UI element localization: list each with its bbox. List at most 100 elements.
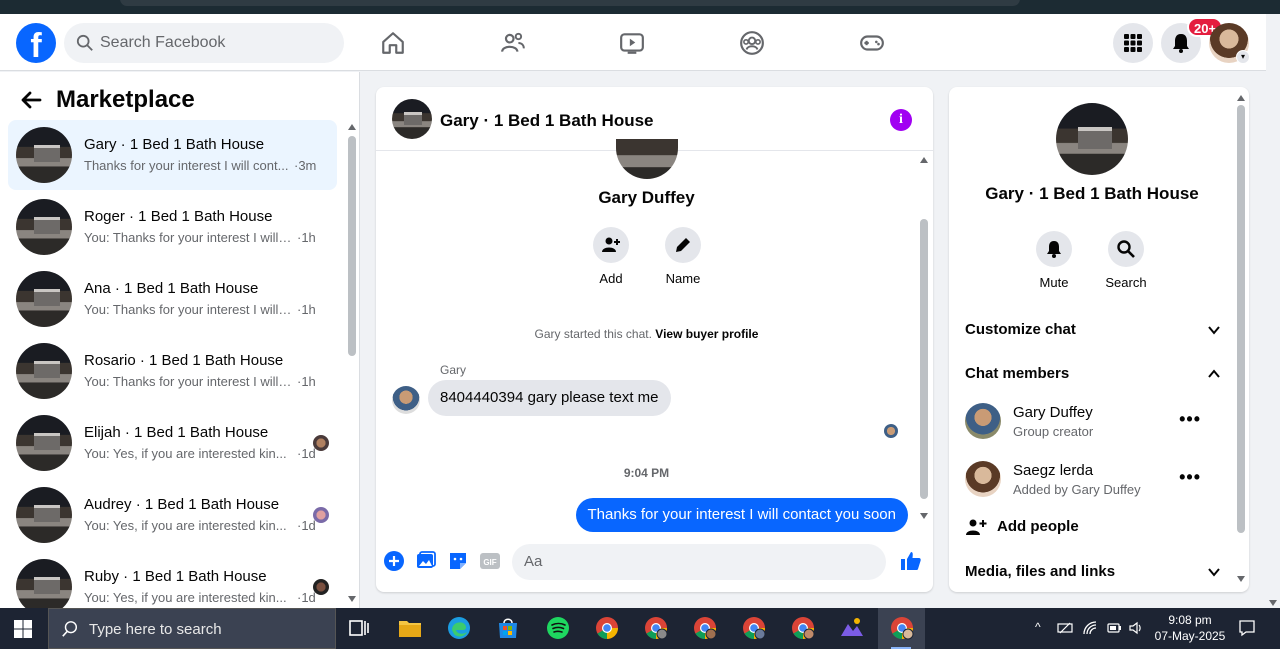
scroll-down-icon[interactable] [348,596,356,602]
customize-chat-section[interactable]: Customize chat [965,321,1221,338]
conversation-list-panel: Marketplace Gary · 1 Bed 1 Bath House Th… [0,72,360,608]
clock-time: 9:08 pm [1168,613,1212,627]
member-role: Added by Gary Duffey [1013,482,1141,497]
mute-button[interactable]: Mute [1024,231,1084,290]
more-options-icon[interactable]: ••• [1179,409,1201,430]
spotify-icon[interactable] [545,615,571,641]
member-item[interactable]: Gary Duffey Group creator ••• [965,403,1221,443]
outgoing-message[interactable]: Thanks for your interest I will contact … [575,498,908,532]
member-name: Gary Duffey [1013,404,1093,421]
seen-avatar [313,435,329,451]
plus-circle-icon[interactable] [383,550,405,572]
sticker-icon[interactable] [447,550,469,572]
search-icon [76,34,93,51]
add-button[interactable]: Add [581,227,641,286]
contact-name: Gary Duffey [598,188,695,207]
task-view-icon[interactable] [348,618,370,640]
scroll-up-icon[interactable] [1237,95,1245,101]
home-icon[interactable] [376,26,410,60]
conversation-preview: You: Yes, if you are interested kin... [84,446,287,461]
name-button[interactable]: Name [653,227,713,286]
message-input[interactable]: Aa [512,544,886,580]
scrollbar-thumb[interactable] [1237,105,1245,533]
facebook-logo-icon[interactable]: f [16,23,56,63]
battery-icon[interactable] [1106,620,1122,636]
page-scrollbar[interactable] [1266,14,1280,608]
conversation-item[interactable]: Rosario · 1 Bed 1 Bath House You: Thanks… [8,336,337,406]
clock[interactable]: 9:08 pm 07-May-2025 [1150,612,1230,644]
search-conversation-button[interactable]: Search [1096,231,1156,290]
thumbs-up-icon[interactable] [899,549,923,573]
chevron-down-icon[interactable]: ▾ [1236,50,1250,64]
listing-thumbnail[interactable] [1056,103,1128,175]
conversation-time: ·1d [297,446,316,461]
wifi-icon[interactable] [1082,620,1098,636]
groups-icon[interactable] [735,26,769,60]
scrollbar[interactable] [1235,91,1247,588]
scroll-down-icon[interactable] [1237,576,1245,582]
chrome-icon[interactable] [594,615,620,641]
add-people-button[interactable]: Add people [965,516,1221,540]
conversation-item[interactable]: Ruby · 1 Bed 1 Bath House You: Yes, if y… [8,552,337,608]
avatar [965,461,1001,497]
sender-avatar[interactable] [392,386,420,414]
conversation-name: Audrey · 1 Bed 1 Bath House [84,496,280,513]
scrollbar[interactable] [918,153,930,525]
search-box[interactable]: Search Facebook [64,23,344,63]
media-files-section[interactable]: Media, files and links [965,563,1221,580]
listing-thumbnail [16,127,72,183]
chrome-profile-icon[interactable] [643,615,669,641]
chrome-profile-icon[interactable] [692,615,718,641]
clock-date: 07-May-2025 [1154,629,1226,643]
search-icon [1117,240,1135,258]
conversation-name: Rosario · 1 Bed 1 Bath House [84,352,284,369]
photo-editor-icon[interactable] [839,615,865,641]
taskbar-active-app[interactable] [878,608,925,649]
friends-icon[interactable] [496,26,530,60]
scroll-up-icon[interactable] [920,157,928,163]
notification-center-icon[interactable] [1238,619,1256,637]
video-icon[interactable] [615,26,649,60]
windows-start-icon[interactable] [14,620,32,638]
gif-icon[interactable]: GIF [479,550,501,572]
chrome-profile-icon[interactable] [790,615,816,641]
menu-grid-icon[interactable] [1113,23,1153,63]
view-buyer-profile-link[interactable]: View buyer profile [655,327,758,341]
chrome-profile-icon[interactable] [741,615,767,641]
chat-members-section[interactable]: Chat members [965,365,1221,382]
member-role: Group creator [1013,424,1094,439]
scrollbar-thumb[interactable] [920,219,928,499]
back-arrow-icon[interactable] [20,89,42,111]
edge-browser-icon[interactable] [446,615,472,641]
file-explorer-icon[interactable] [397,615,423,641]
listing-thumbnail [16,199,72,255]
microsoft-store-icon[interactable] [495,615,521,641]
volume-icon[interactable] [1128,620,1144,636]
conversation-item[interactable]: Audrey · 1 Bed 1 Bath House You: Yes, if… [8,480,337,550]
conversation-item[interactable]: Gary · 1 Bed 1 Bath House Thanks for you… [8,120,337,190]
member-item[interactable]: Saegz lerda Added by Gary Duffey ••• [965,461,1221,501]
conversation-item[interactable]: Roger · 1 Bed 1 Bath House You: Thanks f… [8,192,337,262]
info-icon[interactable]: i [890,109,912,131]
incoming-message[interactable]: 8404440394 gary please text me [428,380,671,416]
conversation-item[interactable]: Ana · 1 Bed 1 Bath House You: Thanks for… [8,264,337,334]
scroll-down-icon[interactable] [920,513,928,519]
read-receipt-avatar [884,424,898,438]
search-input[interactable]: Search Facebook [100,34,225,52]
more-options-icon[interactable]: ••• [1179,467,1201,488]
scrollbar-thumb[interactable] [348,136,356,356]
chevron-up-icon[interactable]: ^ [1035,620,1041,634]
scroll-down-icon[interactable] [1269,600,1277,606]
gaming-icon[interactable] [855,26,889,60]
keyboard-icon[interactable] [1057,620,1073,636]
scroll-up-icon[interactable] [348,124,356,130]
listing-thumbnail [16,487,72,543]
message-sender: Gary [440,363,467,377]
listing-thumbnail[interactable] [392,99,432,139]
scrollbar[interactable] [346,120,358,608]
taskbar-search[interactable]: Type here to search [48,608,336,649]
chat-title[interactable]: Gary · 1 Bed 1 Bath House [440,111,654,131]
listing-thumbnail [16,271,72,327]
conversation-item[interactable]: Elijah · 1 Bed 1 Bath House You: Yes, if… [8,408,337,478]
photo-icon[interactable] [415,550,437,572]
